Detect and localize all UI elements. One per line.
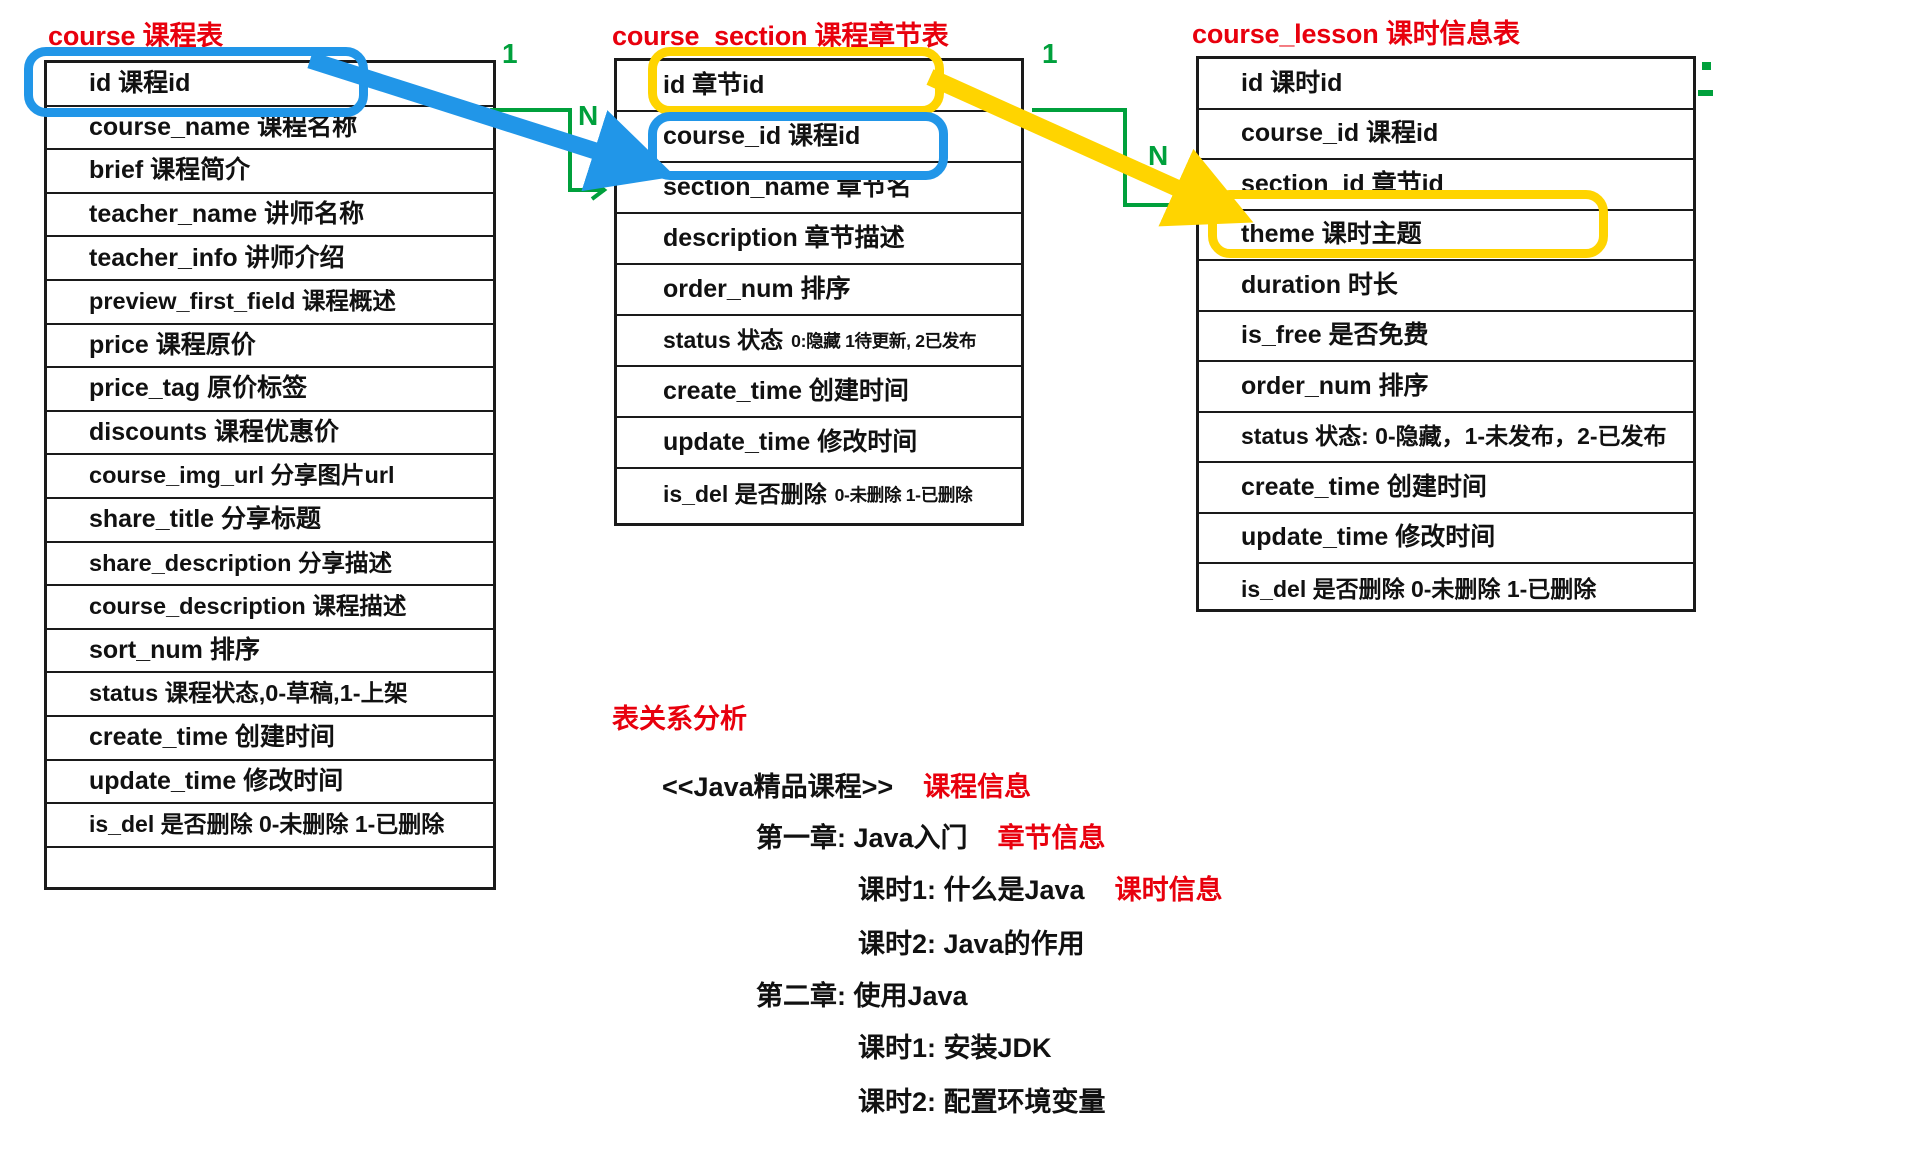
- analysis-line-text: 第一章: Java入门: [756, 823, 968, 853]
- table-row: update_time 修改时间: [1199, 514, 1693, 564]
- field-label: price 课程原价: [89, 330, 256, 359]
- relationship-stub-icon: [1698, 90, 1713, 96]
- field-label: update_time 修改时间: [663, 428, 918, 456]
- field-label: duration 时长: [1241, 270, 1398, 299]
- field-label: id 课程id: [89, 69, 191, 98]
- table-row: share_description 分享描述: [47, 543, 493, 587]
- table-row: status 课程状态,0-草稿,1-上架: [47, 673, 493, 717]
- field-label: share_description 分享描述: [89, 549, 392, 576]
- field-label: is_free 是否免费: [1241, 321, 1429, 350]
- table-row: order_num 排序: [617, 265, 1021, 316]
- table-row: status 状态 0:隐藏 1待更新, 2已发布: [617, 316, 1021, 367]
- table-row: teacher_info 讲师介绍: [47, 237, 493, 281]
- diagram-canvas: course 课程表 id 课程id course_name 课程名称 brie…: [0, 0, 1912, 1152]
- field-label: order_num 排序: [663, 275, 851, 303]
- table-row: create_time 创建时间: [1199, 463, 1693, 514]
- field-label: course_description 课程描述: [89, 593, 407, 620]
- analysis-line: 第二章: 使用Java: [756, 974, 998, 1013]
- analysis-line-tag: 课时信息: [1114, 875, 1223, 905]
- field-label: description 章节描述: [663, 224, 905, 252]
- analysis-title: 表关系分析: [612, 704, 747, 734]
- field-label: create_time 创建时间: [663, 377, 909, 405]
- arrow-section-id-to-section-id: [926, 69, 1254, 227]
- field-label: price_tag 原价标签: [89, 374, 308, 403]
- table-row: share_title 分享标题: [47, 499, 493, 543]
- field-label: teacher_info 讲师介绍: [89, 243, 345, 272]
- analysis-line-text: 课时2: Java的作用: [858, 929, 1085, 959]
- table-row: course_img_url 分享图片url: [47, 455, 493, 499]
- table-row: teacher_name 讲师名称: [47, 194, 493, 238]
- table-row: order_num 排序: [1199, 362, 1693, 413]
- table-row: is_free 是否免费: [1199, 312, 1693, 362]
- table-row: create_time 创建时间: [47, 717, 493, 761]
- table-row: duration 时长: [1199, 261, 1693, 312]
- field-label: is_del 是否删除 0-未删除 1-已删除: [1241, 575, 1597, 602]
- analysis-line: <<Java精品课程>> 课程信息: [662, 765, 1031, 804]
- field-label: update_time 修改时间: [89, 766, 344, 795]
- field-note: 0-未删除 1-已删除: [834, 485, 973, 505]
- table-title-course: course 课程表: [48, 21, 224, 51]
- table-title-course-lesson: course_lesson 课时信息表: [1192, 19, 1520, 49]
- analysis-line-text: 课时1: 什么是Java: [858, 875, 1085, 905]
- field-label: sort_num 排序: [89, 636, 260, 665]
- field-label: status 课程状态,0-草稿,1-上架: [89, 680, 408, 707]
- field-label: teacher_name 讲师名称: [89, 200, 365, 229]
- arrow-course-id-to-course-id: [307, 51, 676, 192]
- table-row: discounts 课程优惠价: [47, 412, 493, 456]
- analysis-line: 课时2: 配置环境变量: [858, 1080, 1136, 1119]
- table-row: is_del 是否删除 0-未删除 1-已删除: [617, 469, 1021, 520]
- field-label: update_time 修改时间: [1241, 523, 1496, 552]
- table-row: sort_num 排序: [47, 630, 493, 674]
- analysis-line-tag: 课程信息: [923, 772, 1032, 802]
- analysis-line-tag: 章节信息: [997, 823, 1106, 853]
- field-label: create_time 创建时间: [1241, 472, 1487, 501]
- analysis-line: 课时1: 什么是Java 课时信息: [858, 868, 1223, 907]
- field-label: preview_first_field 课程概述: [89, 288, 396, 315]
- field-label: discounts 课程优惠价: [89, 418, 340, 447]
- table-row: preview_first_field 课程概述: [47, 281, 493, 325]
- field-label: order_num 排序: [1241, 371, 1429, 400]
- analysis-line-text: 课时1: 安装JDK: [858, 1033, 1052, 1063]
- field-label: create_time 创建时间: [89, 723, 335, 752]
- field-label: status 状态: 0-隐藏，1-未发布，2-已发布: [1241, 423, 1667, 450]
- field-label: course_img_url 分享图片url: [89, 462, 395, 489]
- field-label: share_title 分享标题: [89, 505, 322, 534]
- table-row: is_del 是否删除 0-未删除 1-已删除: [1199, 564, 1693, 615]
- analysis-line: 课时2: Java的作用: [858, 922, 1115, 961]
- analysis-line-text: <<Java精品课程>>: [662, 772, 894, 802]
- table-row: create_time 创建时间: [617, 367, 1021, 418]
- field-label: is_del 是否删除: [663, 481, 827, 507]
- analysis-line: 课时1: 安装JDK: [858, 1026, 1082, 1065]
- table-row: update_time 修改时间: [47, 761, 493, 805]
- table-row: update_time 修改时间: [617, 418, 1021, 469]
- field-label: status 状态: [663, 327, 784, 353]
- table-row: price_tag 原价标签: [47, 368, 493, 412]
- table-row: course_description 课程描述: [47, 586, 493, 630]
- analysis-line-text: 第二章: 使用Java: [756, 981, 968, 1011]
- table-row: price 课程原价: [47, 325, 493, 369]
- relationship-stub-icon: [1702, 62, 1711, 70]
- table-row: is_del 是否删除 0-未删除 1-已删除: [47, 804, 493, 848]
- field-note: 0:隐藏 1待更新, 2已发布: [791, 331, 977, 351]
- field-label: is_del 是否删除 0-未删除 1-已删除: [89, 811, 445, 838]
- field-label: brief 课程简介: [89, 156, 251, 185]
- analysis-line: 第一章: Java入门 章节信息: [756, 816, 1106, 855]
- analysis-line-text: 课时2: 配置环境变量: [858, 1087, 1106, 1117]
- table-row: [47, 848, 493, 892]
- table-row: status 状态: 0-隐藏，1-未发布，2-已发布: [1199, 413, 1693, 463]
- table-title-course-section: course_section 课程章节表: [612, 21, 949, 51]
